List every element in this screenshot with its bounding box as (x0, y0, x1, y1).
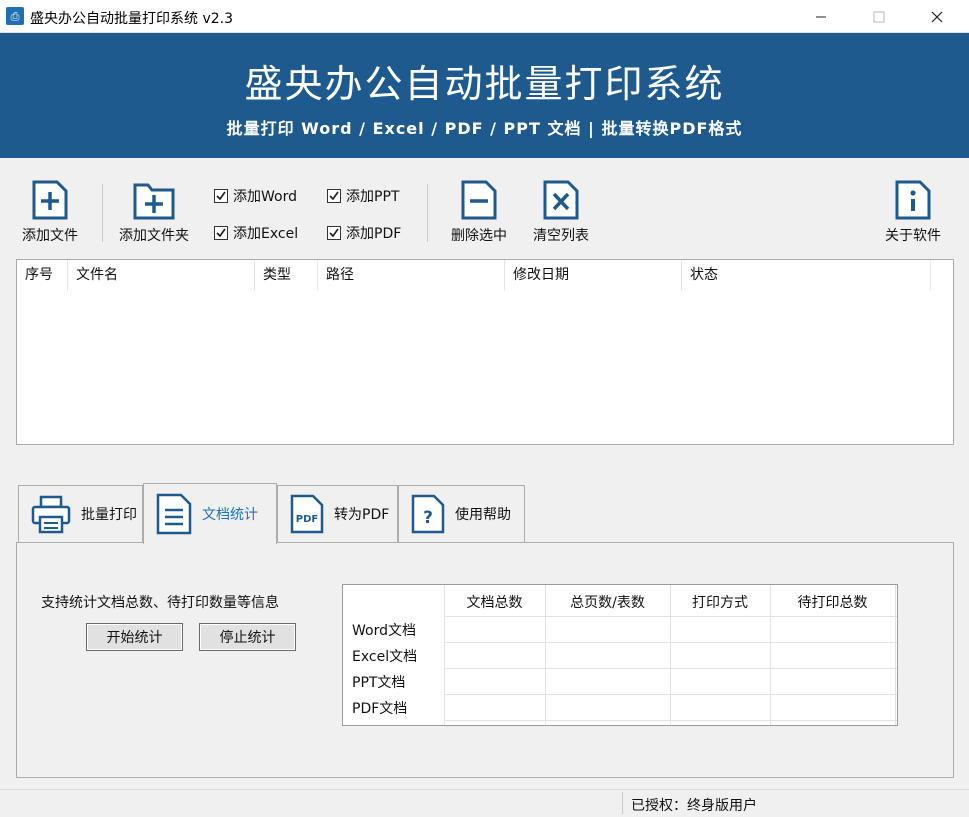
stop-stats-button[interactable]: 停止统计 (199, 623, 296, 651)
window-title: 盛央办公自动批量打印系统 v2.3 (30, 11, 233, 27)
tab-convert-pdf-label: 转为PDF (334, 507, 390, 523)
stats-table: 文档总数 总页数/表数 打印方式 待打印总数 Word文档 Excel文档 PP… (342, 584, 898, 726)
checkbox-checked-icon (214, 226, 228, 240)
tab-convert-pdf[interactable]: PDF 转为PDF (277, 485, 398, 542)
printer-icon (31, 495, 71, 534)
minimize-button[interactable] (798, 0, 844, 33)
delete-file-icon (461, 180, 497, 220)
title-bar[interactable]: ⎙ 盛央办公自动批量打印系统 v2.3 (0, 0, 969, 33)
table-divider (895, 585, 896, 725)
delete-selected-label: 删除选中 (451, 228, 507, 244)
license-status: 已授权：终身版用户 (631, 798, 757, 814)
stats-row-excel: Excel文档 (352, 649, 418, 665)
document-lines-icon (156, 493, 192, 535)
stats-description: 支持统计文档总数、待打印数量等信息 (41, 595, 279, 611)
table-divider (444, 642, 897, 643)
add-excel-label: 添加Excel (233, 226, 299, 242)
checkbox-checked-icon (327, 189, 341, 203)
stats-row-ppt: PPT文档 (352, 675, 406, 691)
close-icon (931, 11, 943, 22)
add-ppt-label: 添加PPT (346, 189, 400, 205)
file-list-table[interactable]: 序号 文件名 类型 路径 修改日期 状态 (16, 259, 954, 445)
clear-list-icon (543, 180, 579, 220)
stats-header-print-mode: 打印方式 (692, 595, 748, 611)
delete-selected-button[interactable]: 删除选中 (451, 179, 507, 245)
minimize-icon (816, 16, 826, 17)
tab-help[interactable]: ? 使用帮助 (398, 485, 525, 542)
about-label: 关于软件 (885, 228, 941, 244)
add-pdf-checkbox[interactable]: 添加PDF (327, 223, 401, 243)
stats-row-pdf: PDF文档 (352, 701, 408, 717)
toolbar-divider (102, 184, 103, 242)
tab-batch-print[interactable]: 批量打印 (18, 485, 143, 542)
add-ppt-checkbox[interactable]: 添加PPT (327, 186, 399, 206)
column-header-path[interactable]: 路径 (318, 260, 505, 291)
pdf-icon: PDF (290, 494, 324, 534)
banner: 盛央办公自动批量打印系统 批量打印 Word / Excel / PDF / P… (0, 33, 969, 158)
column-header-status[interactable]: 状态 (682, 260, 931, 291)
maximize-icon (873, 11, 885, 22)
clear-list-button[interactable]: 清空列表 (533, 179, 589, 245)
add-folder-button[interactable]: 添加文件夹 (119, 179, 189, 245)
status-divider (622, 792, 623, 814)
add-word-checkbox[interactable]: 添加Word (214, 186, 297, 206)
add-pdf-label: 添加PDF (346, 226, 402, 242)
tab-help-label: 使用帮助 (455, 507, 511, 523)
status-bar (0, 789, 969, 817)
tab-document-stats[interactable]: 文档统计 (143, 483, 277, 544)
add-file-button[interactable]: 添加文件 (22, 179, 78, 245)
tab-batch-print-label: 批量打印 (81, 507, 137, 523)
add-file-icon (32, 180, 68, 220)
add-file-label: 添加文件 (22, 228, 78, 244)
start-stats-button[interactable]: 开始统计 (86, 623, 183, 651)
add-folder-label: 添加文件夹 (119, 228, 189, 244)
table-divider (444, 668, 897, 669)
add-word-label: 添加Word (233, 189, 297, 205)
column-header-type[interactable]: 类型 (255, 260, 318, 291)
add-excel-checkbox[interactable]: 添加Excel (214, 223, 298, 243)
column-header-index[interactable]: 序号 (17, 260, 68, 291)
banner-title: 盛央办公自动批量打印系统 (244, 62, 725, 106)
table-divider (444, 720, 897, 721)
column-header-modified[interactable]: 修改日期 (505, 260, 682, 291)
checkbox-checked-icon (214, 189, 228, 203)
add-folder-icon (133, 183, 175, 220)
help-icon: ? (411, 494, 445, 534)
info-icon (895, 180, 931, 220)
toolbar-divider (427, 184, 428, 242)
banner-subtitle: 批量打印 Word / Excel / PDF / PPT 文档 | 批量转换P… (226, 119, 743, 138)
stats-header-pending-total: 待打印总数 (797, 595, 868, 611)
stats-row-word: Word文档 (352, 623, 416, 639)
table-divider (444, 616, 897, 617)
close-button[interactable] (914, 0, 960, 33)
maximize-button[interactable] (856, 0, 902, 33)
svg-text:?: ? (423, 508, 433, 528)
stats-header-total-pages: 总页数/表数 (570, 595, 645, 611)
clear-list-label: 清空列表 (533, 228, 589, 244)
tab-document-stats-label: 文档统计 (202, 507, 258, 523)
table-divider (444, 694, 897, 695)
stats-header-total-docs: 文档总数 (466, 595, 523, 611)
about-button[interactable]: 关于软件 (885, 179, 941, 245)
column-header-filename[interactable]: 文件名 (68, 260, 255, 291)
app-icon: ⎙ (6, 7, 24, 25)
checkbox-checked-icon (327, 226, 341, 240)
svg-text:PDF: PDF (296, 514, 318, 525)
